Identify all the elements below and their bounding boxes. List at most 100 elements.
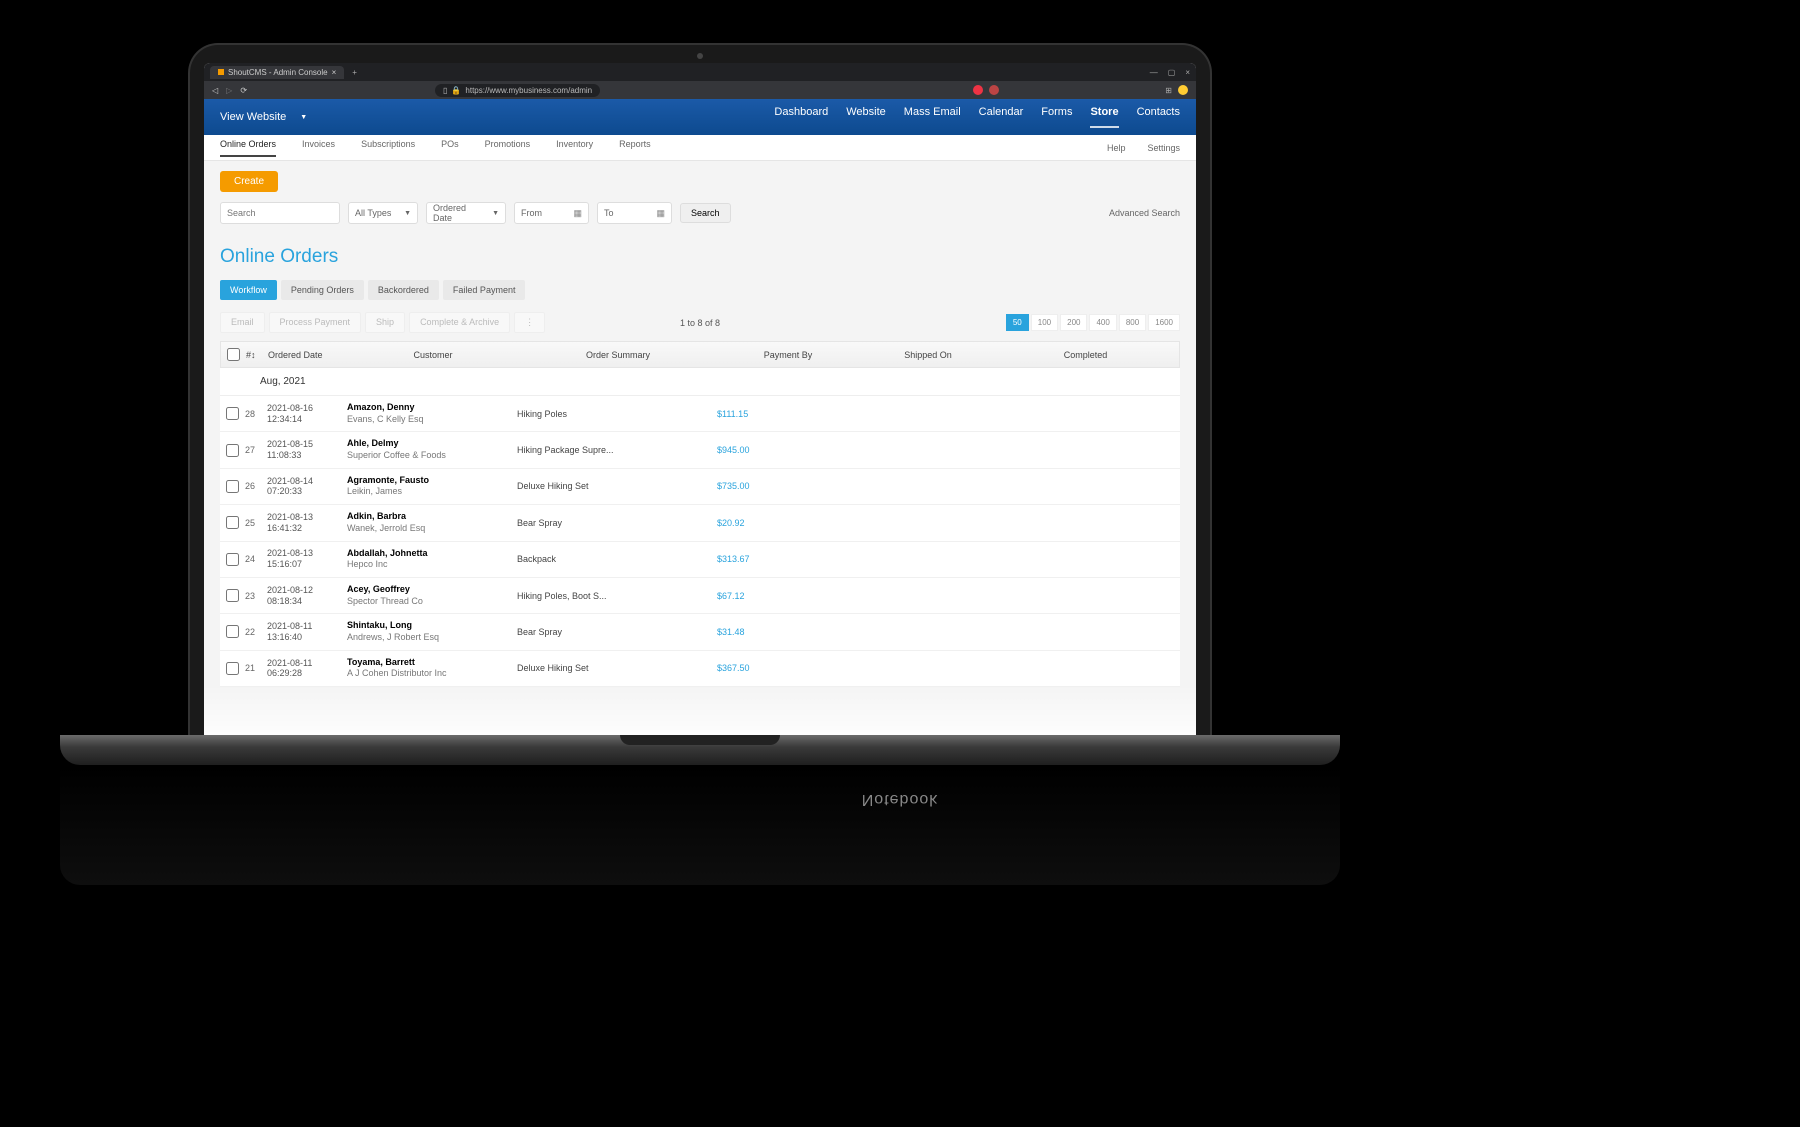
action-complete-archive[interactable]: Complete & Archive: [409, 312, 510, 333]
tab-backordered[interactable]: Backordered: [368, 280, 439, 300]
search-input[interactable]: [220, 202, 340, 224]
table-row[interactable]: 272021-08-1511:08:33Ahle, DelmySuperior …: [220, 432, 1180, 468]
subnav-settings[interactable]: Settings: [1147, 143, 1180, 153]
from-date[interactable]: From ▦: [514, 202, 589, 224]
search-button[interactable]: Search: [680, 203, 731, 223]
row-checkbox[interactable]: [226, 516, 239, 529]
subnav-subscriptions[interactable]: Subscriptions: [361, 139, 415, 157]
browser-tab[interactable]: ShoutCMS - Admin Console ×: [210, 66, 344, 79]
subnav-reports[interactable]: Reports: [619, 139, 651, 157]
pagesize-200[interactable]: 200: [1060, 314, 1087, 331]
row-checkbox[interactable]: [226, 625, 239, 638]
nav-website[interactable]: Website: [846, 106, 886, 128]
row-payment[interactable]: $367.50: [717, 663, 857, 673]
row-customer: Shintaku, LongAndrews, J Robert Esq: [347, 620, 517, 643]
row-checkbox[interactable]: [226, 553, 239, 566]
pagesize-100[interactable]: 100: [1031, 314, 1058, 331]
subnav-online-orders[interactable]: Online Orders: [220, 139, 276, 157]
row-date: 2021-08-1208:18:34: [267, 585, 347, 607]
subnav-pos[interactable]: POs: [441, 139, 459, 157]
action-row: EmailProcess PaymentShipComplete & Archi…: [220, 312, 1180, 333]
page-size-selector: 501002004008001600: [1006, 314, 1180, 331]
row-checkbox[interactable]: [226, 480, 239, 493]
nav-contacts[interactable]: Contacts: [1137, 106, 1180, 128]
tab-workflow[interactable]: Workflow: [220, 280, 277, 300]
row-payment[interactable]: $735.00: [717, 481, 857, 491]
type-select[interactable]: All Types ▼: [348, 202, 418, 224]
row-checkbox[interactable]: [226, 407, 239, 420]
col-ordered-date[interactable]: Ordered Date: [268, 350, 348, 360]
row-date: 2021-08-1407:20:33: [267, 476, 347, 498]
row-payment[interactable]: $31.48: [717, 627, 857, 637]
chevron-down-icon[interactable]: ▼: [300, 114, 307, 121]
action-process-payment[interactable]: Process Payment: [269, 312, 362, 333]
row-checkbox[interactable]: [226, 662, 239, 675]
subnav-promotions[interactable]: Promotions: [485, 139, 531, 157]
extension-icon-1[interactable]: [973, 85, 983, 95]
tab-failed-payment[interactable]: Failed Payment: [443, 280, 526, 300]
subnav-inventory[interactable]: Inventory: [556, 139, 593, 157]
row-summary: Bear Spray: [517, 627, 717, 637]
row-payment[interactable]: $67.12: [717, 591, 857, 601]
action-email[interactable]: Email: [220, 312, 265, 333]
row-num: 27: [245, 445, 267, 455]
col-shipped[interactable]: Shipped On: [858, 350, 998, 360]
create-button[interactable]: Create: [220, 171, 278, 192]
table-row[interactable]: 242021-08-1315:16:07Abdallah, JohnettaHe…: [220, 542, 1180, 578]
pagesize-400[interactable]: 400: [1089, 314, 1116, 331]
pagesize-1600[interactable]: 1600: [1148, 314, 1180, 331]
browser-titlebar: ShoutCMS - Admin Console × + — ▢ ×: [204, 63, 1196, 81]
reload-icon[interactable]: ⟳: [240, 86, 247, 95]
row-payment[interactable]: $945.00: [717, 445, 857, 455]
table-row[interactable]: 222021-08-1113:16:40Shintaku, LongAndrew…: [220, 614, 1180, 650]
col-payment[interactable]: Payment By: [718, 350, 858, 360]
action--[interactable]: ⋮: [514, 312, 545, 333]
pagesize-800[interactable]: 800: [1119, 314, 1146, 331]
action-ship[interactable]: Ship: [365, 312, 405, 333]
table-row[interactable]: 282021-08-1612:34:14Amazon, DennyEvans, …: [220, 396, 1180, 432]
row-checkbox[interactable]: [226, 444, 239, 457]
row-checkbox[interactable]: [226, 589, 239, 602]
nav-store[interactable]: Store: [1090, 106, 1118, 128]
nav-forms[interactable]: Forms: [1041, 106, 1072, 128]
nav-mass-email[interactable]: Mass Email: [904, 106, 961, 128]
view-website-link[interactable]: View Website: [220, 111, 286, 123]
col-summary[interactable]: Order Summary: [518, 350, 718, 360]
table-row[interactable]: 232021-08-1208:18:34Acey, GeoffreySpecto…: [220, 578, 1180, 614]
col-num[interactable]: #↕: [246, 350, 268, 360]
close-window-icon[interactable]: ×: [1185, 68, 1190, 77]
url-field[interactable]: ▯ 🔒 https://www.mybusiness.com/admin: [435, 84, 600, 97]
to-date[interactable]: To ▦: [597, 202, 672, 224]
subnav-help[interactable]: Help: [1107, 143, 1126, 153]
pagesize-50[interactable]: 50: [1006, 314, 1029, 331]
maximize-icon[interactable]: ▢: [1168, 68, 1176, 77]
range-text: 1 to 8 of 8: [680, 318, 720, 328]
tab-title: ShoutCMS - Admin Console: [228, 68, 328, 77]
row-num: 28: [245, 409, 267, 419]
table-row[interactable]: 262021-08-1407:20:33Agramonte, FaustoLei…: [220, 469, 1180, 505]
datefield-select[interactable]: Ordered Date ▼: [426, 202, 506, 224]
nav-dashboard[interactable]: Dashboard: [774, 106, 828, 128]
select-all-checkbox[interactable]: [227, 348, 240, 361]
minimize-icon[interactable]: —: [1150, 68, 1158, 77]
close-icon[interactable]: ×: [332, 68, 337, 77]
col-completed[interactable]: Completed: [998, 350, 1173, 360]
table-row[interactable]: 212021-08-1106:29:28Toyama, BarrettA J C…: [220, 651, 1180, 687]
profile-icon[interactable]: [1178, 85, 1188, 95]
row-summary: Hiking Poles: [517, 409, 717, 419]
advanced-search-link[interactable]: Advanced Search: [1109, 208, 1180, 218]
row-payment[interactable]: $313.67: [717, 554, 857, 564]
bookmark-icon[interactable]: ▯: [443, 86, 447, 95]
extension-icon-2[interactable]: [989, 85, 999, 95]
forward-icon[interactable]: ▷: [226, 86, 232, 95]
row-payment[interactable]: $20.92: [717, 518, 857, 528]
extensions-icon[interactable]: ⊞: [1165, 86, 1172, 95]
table-row[interactable]: 252021-08-1316:41:32Adkin, BarbraWanek, …: [220, 505, 1180, 541]
tab-pending-orders[interactable]: Pending Orders: [281, 280, 364, 300]
nav-calendar[interactable]: Calendar: [979, 106, 1024, 128]
new-tab-button[interactable]: +: [348, 68, 361, 77]
row-payment[interactable]: $111.15: [717, 409, 857, 419]
subnav-invoices[interactable]: Invoices: [302, 139, 335, 157]
col-customer[interactable]: Customer: [348, 350, 518, 360]
back-icon[interactable]: ◁: [212, 86, 218, 95]
